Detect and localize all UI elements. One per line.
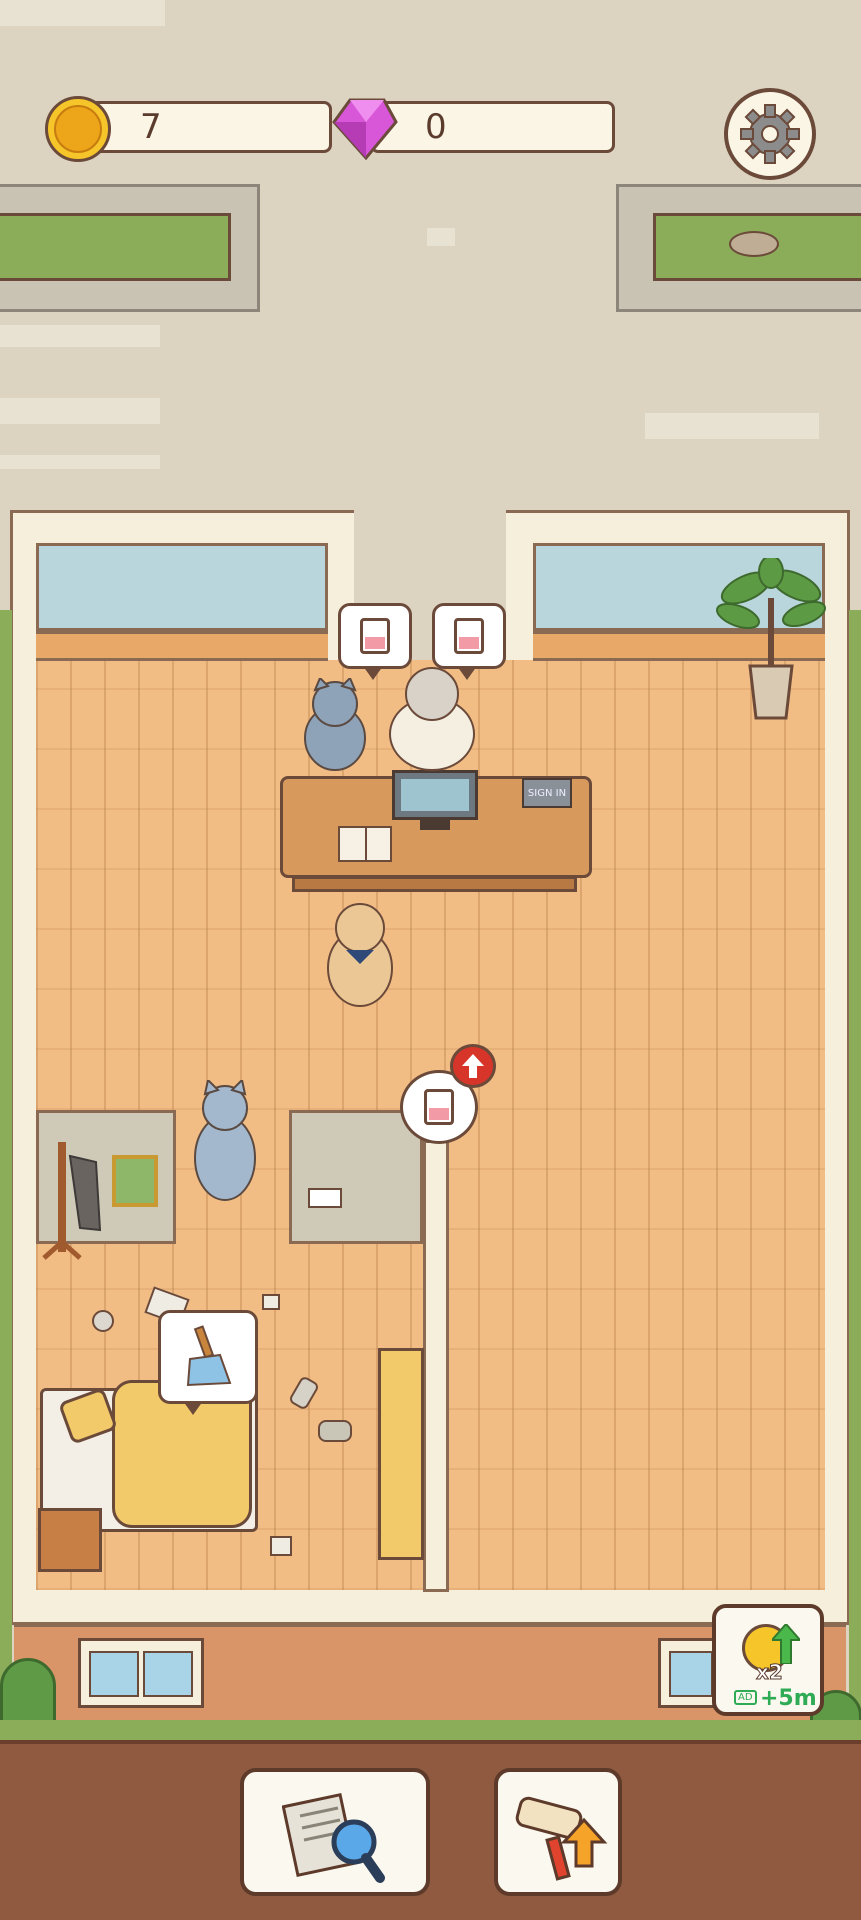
boost-multiplier: x2	[756, 1660, 784, 1685]
gear-icon	[740, 104, 800, 164]
paint-roller-icon	[515, 1796, 608, 1881]
desk-base	[292, 876, 577, 892]
ad-badge: AD	[734, 1690, 757, 1705]
street-marking	[0, 0, 165, 26]
street-marking	[0, 325, 160, 347]
open-book	[338, 826, 392, 862]
income-boost-button[interactable]: x2 AD +5m	[712, 1604, 824, 1716]
grass-patch	[0, 213, 231, 281]
tan-cat-receptionist[interactable]	[322, 898, 398, 1010]
room-back-wall-right	[289, 1110, 423, 1244]
wall-painting	[112, 1155, 158, 1207]
blue-cat-wandering[interactable]	[190, 1080, 260, 1206]
search-guests-button[interactable]	[240, 1768, 430, 1896]
window-ledge	[36, 631, 328, 661]
street-marking	[645, 413, 819, 439]
clean-room-bubble[interactable]	[158, 1310, 258, 1415]
ground-strip	[0, 1720, 861, 1740]
upgrade-arrow-icon	[772, 1624, 800, 1664]
bed-icon	[360, 618, 390, 654]
trash[interactable]	[318, 1420, 352, 1442]
street-marking	[0, 455, 160, 469]
side-grass	[0, 610, 12, 1740]
gray-cat-guest[interactable]	[300, 678, 370, 774]
back-window-left	[36, 543, 328, 631]
room-request-bubble[interactable]	[432, 603, 506, 680]
potted-plant	[716, 558, 826, 720]
room-request-bubble[interactable]	[338, 603, 412, 680]
front-window	[78, 1638, 204, 1708]
gem-count: 0	[425, 107, 447, 147]
room-partition	[423, 1140, 449, 1592]
sign-in-label: SIGN IN	[527, 787, 567, 799]
dresser	[378, 1348, 424, 1560]
monitor-stand	[420, 820, 450, 830]
light-switch	[308, 1188, 342, 1208]
street-marking	[0, 398, 160, 424]
trash[interactable]	[92, 1310, 114, 1332]
gem-icon	[332, 98, 398, 161]
sign-in-plate: SIGN IN	[522, 778, 572, 808]
rock	[729, 231, 779, 257]
coin-counter[interactable]: 7	[45, 96, 332, 166]
white-cat-guest[interactable]	[384, 664, 480, 772]
side-grass	[849, 610, 861, 1740]
broom-icon	[186, 1325, 232, 1387]
planter-left	[0, 184, 260, 312]
coat-rack	[42, 1142, 102, 1260]
gem-counter[interactable]: 0	[330, 96, 615, 166]
newspaper-magnifier-icon	[282, 1792, 385, 1883]
bed-icon	[424, 1089, 454, 1125]
nightstand	[38, 1508, 102, 1572]
cat-coin-icon	[45, 96, 111, 162]
planter-right	[616, 184, 861, 312]
upgrade-arrow-icon[interactable]	[450, 1044, 496, 1088]
renovate-button[interactable]	[494, 1768, 622, 1896]
trash[interactable]	[270, 1536, 292, 1556]
coin-count: 7	[140, 107, 162, 147]
bottom-toolbar	[0, 1740, 861, 1920]
trash[interactable]	[262, 1294, 280, 1310]
bed-icon	[454, 618, 484, 654]
front-window	[658, 1638, 718, 1708]
boost-duration: +5m	[760, 1686, 817, 1711]
computer-monitor	[392, 770, 478, 820]
settings-button[interactable]	[724, 88, 816, 180]
street-marking	[427, 228, 455, 246]
